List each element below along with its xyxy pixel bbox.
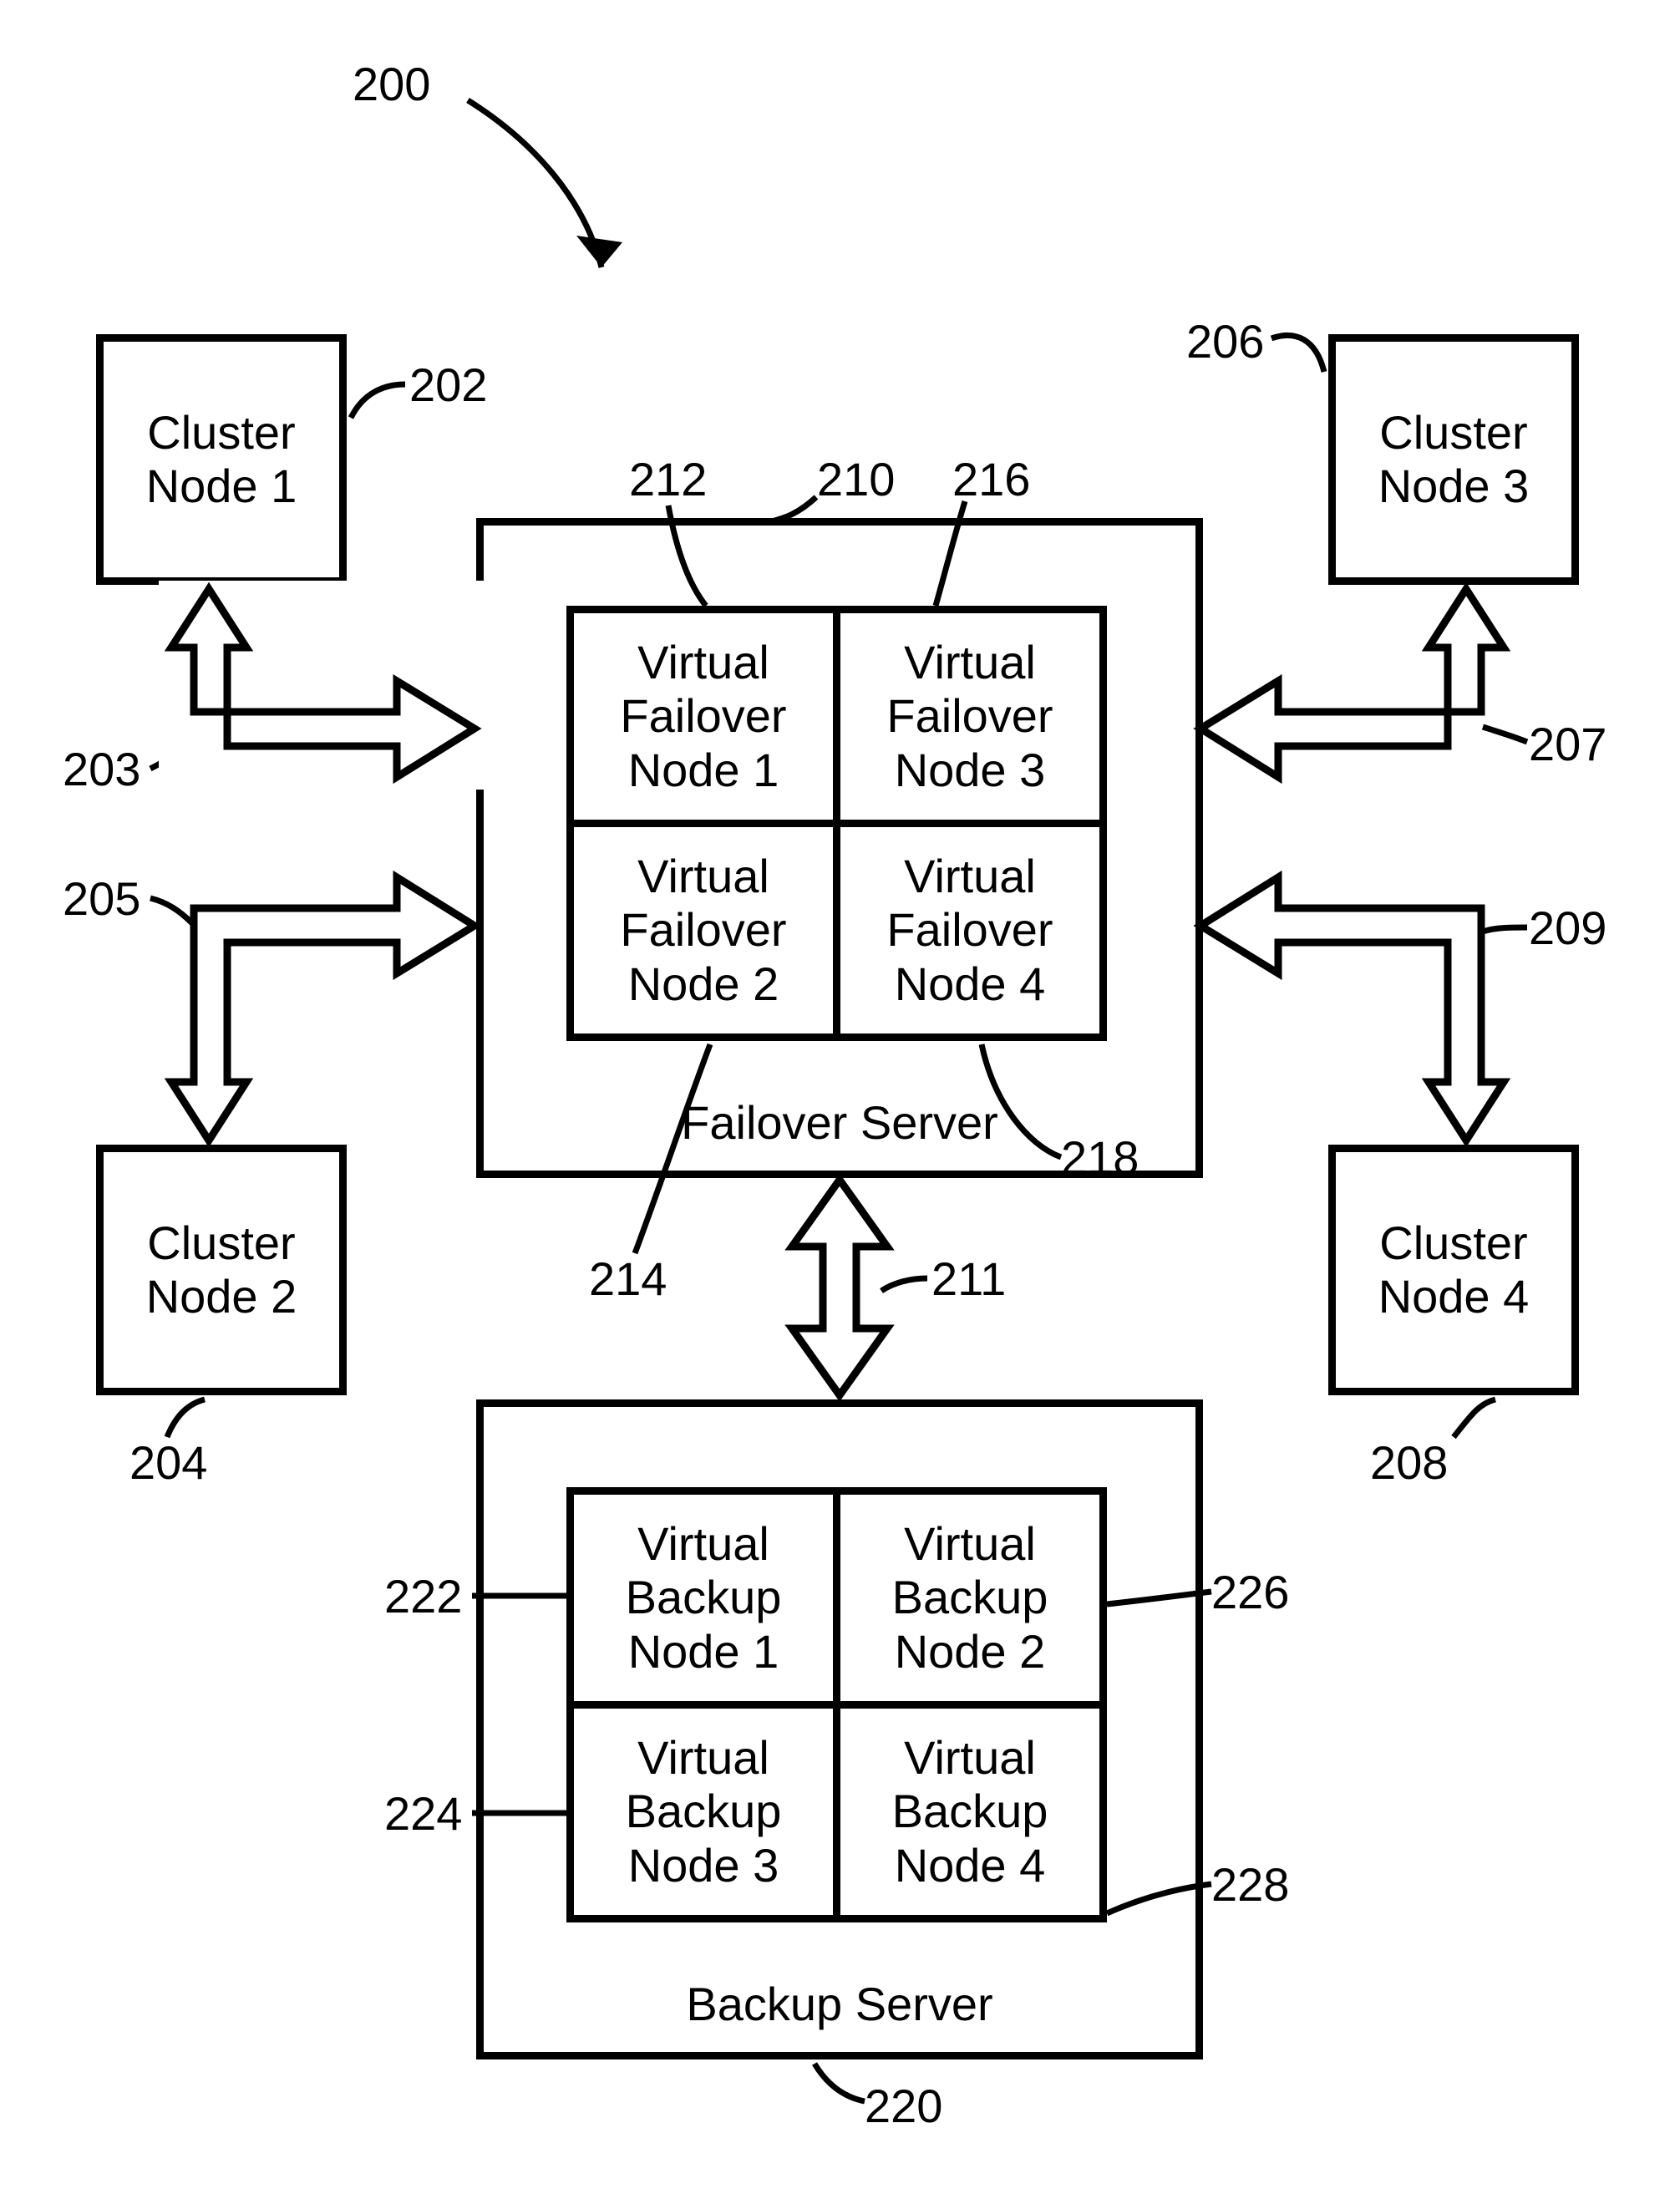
arrow-cluster1-failover-final — [0, 0, 1680, 2189]
